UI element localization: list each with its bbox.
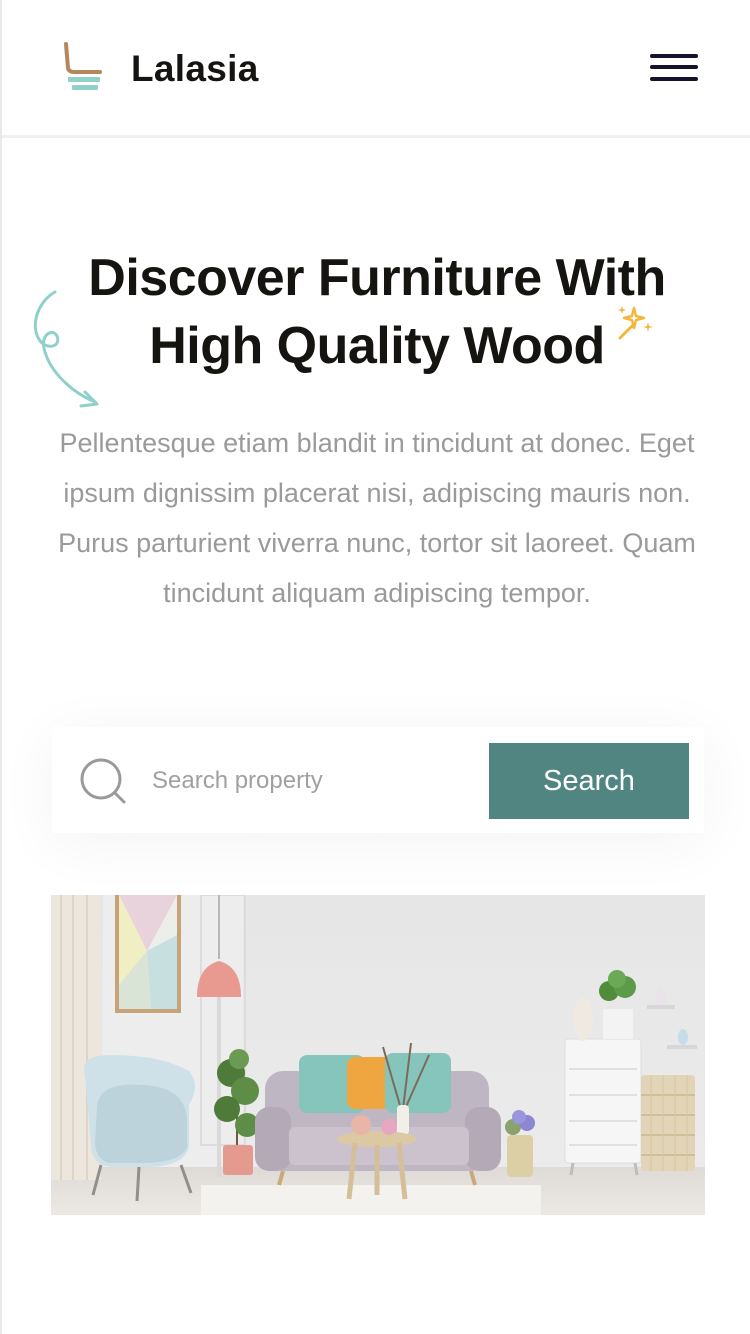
search-icon[interactable] bbox=[80, 758, 126, 804]
search-button[interactable]: Search bbox=[489, 743, 689, 819]
hero-title-line2: High Quality Wood bbox=[149, 317, 605, 375]
site-header: Lalasia bbox=[2, 0, 750, 138]
brand-name[interactable]: Lalasia bbox=[131, 48, 259, 90]
living-room-hero-image bbox=[51, 895, 705, 1215]
hamburger-menu-icon[interactable] bbox=[648, 50, 702, 88]
hero-title-line1: Discover Furniture With bbox=[88, 249, 666, 307]
search-input[interactable] bbox=[150, 751, 484, 811]
chair-logo-icon[interactable] bbox=[62, 42, 104, 94]
hero-description: Pellentesque etiam blandit in tincidunt … bbox=[58, 428, 696, 608]
sparkle-icon bbox=[618, 306, 653, 340]
search-bar: Search bbox=[52, 727, 704, 833]
